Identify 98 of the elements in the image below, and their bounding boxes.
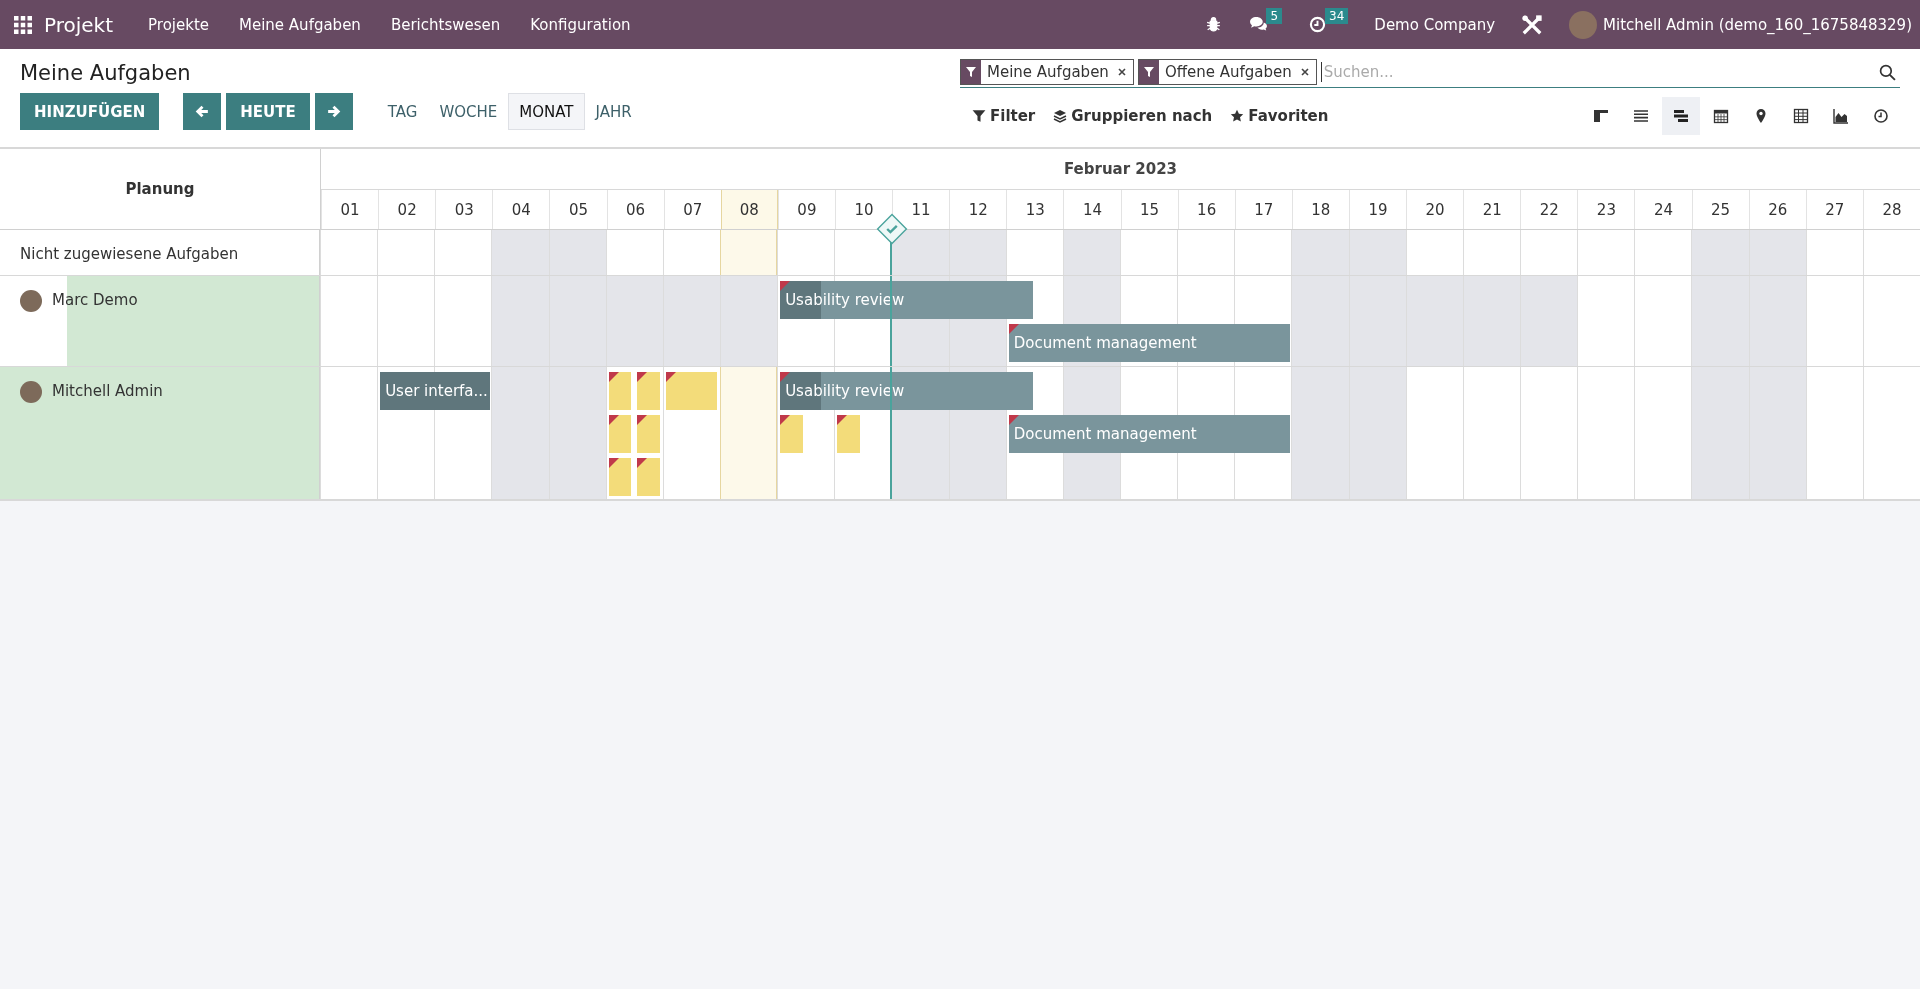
day-header: 21 <box>1463 190 1521 229</box>
day-header: 12 <box>949 190 1007 229</box>
day-header: 16 <box>1177 190 1235 229</box>
range-tab[interactable]: WOCHE <box>428 93 509 130</box>
milestone-icon[interactable] <box>876 213 909 245</box>
add-button[interactable]: HINZUFÜGEN <box>20 93 160 130</box>
day-header: 23 <box>1577 190 1635 229</box>
day-header: 27 <box>1805 190 1863 229</box>
activity-count: 34 <box>1325 8 1349 24</box>
task-bar[interactable] <box>780 415 803 453</box>
range-tab[interactable]: JAHR <box>584 93 643 130</box>
search-option-button[interactable]: Favoriten <box>1224 103 1335 129</box>
search-option-button[interactable]: Gruppieren nach <box>1047 103 1219 129</box>
facet-label: Meine Aufgaben <box>986 63 1110 81</box>
today-button[interactable]: HEUTE <box>226 93 310 130</box>
task-bar[interactable] <box>608 458 632 496</box>
range-tab[interactable]: MONAT <box>508 93 585 130</box>
day-header: 05 <box>549 190 607 229</box>
day-header: 24 <box>1634 190 1692 229</box>
task-bar[interactable] <box>608 372 632 410</box>
row-label: Nicht zugewiesene Aufgaben <box>20 244 239 263</box>
task-bar[interactable] <box>665 372 717 410</box>
day-header: 06 <box>606 190 664 229</box>
chat-icon[interactable] <box>1249 16 1269 33</box>
day-header: 15 <box>1120 190 1178 229</box>
search-option-button[interactable]: Filter <box>966 103 1042 129</box>
day-header: 02 <box>378 190 436 229</box>
task-bar[interactable] <box>608 415 632 453</box>
task-bar[interactable]: User interfa... <box>380 372 491 410</box>
day-header: 22 <box>1520 190 1578 229</box>
table-icon <box>1793 108 1809 124</box>
row-label: Marc Demo <box>52 290 138 309</box>
day-header: 19 <box>1348 190 1407 229</box>
app-grid-icon[interactable] <box>14 15 32 34</box>
month-header: Februar 2023 <box>321 149 1920 190</box>
tools-icon[interactable] <box>1521 13 1544 36</box>
arrow-left-icon <box>194 104 210 119</box>
message-count: 5 <box>1266 8 1283 24</box>
day-header: 11 <box>892 190 950 229</box>
day-header: 09 <box>777 190 835 229</box>
remove-icon[interactable] <box>1116 67 1127 77</box>
user-name[interactable]: Mitchell Admin (demo_160_1675848329) <box>1603 15 1912 34</box>
day-header: 14 <box>1063 190 1121 229</box>
kanban-icon <box>1593 108 1609 124</box>
facet-label: Offene Aufgaben <box>1163 63 1293 81</box>
menu-item[interactable]: Projekte <box>148 15 209 34</box>
day-header: 07 <box>663 190 721 229</box>
column-header: Planung <box>0 149 321 229</box>
arrow-right-icon <box>326 104 342 119</box>
gantt-icon <box>1673 108 1689 124</box>
task-bar[interactable]: Usability review <box>780 281 1034 319</box>
next-button[interactable] <box>314 93 353 130</box>
day-header: 18 <box>1291 190 1349 229</box>
filter-icon <box>1142 66 1155 78</box>
calendar-icon <box>1713 108 1729 124</box>
range-tab[interactable]: TAG <box>376 93 429 130</box>
menu-item[interactable]: Meine Aufgaben <box>239 15 361 34</box>
app-name[interactable]: Projekt <box>44 12 113 37</box>
page-title: Meine Aufgaben <box>20 61 192 85</box>
day-header: 03 <box>435 190 493 229</box>
area-chart-icon <box>1833 108 1849 124</box>
day-header: 25 <box>1691 190 1749 229</box>
filter-facet[interactable]: Offene Aufgaben <box>1137 59 1317 85</box>
day-header: 04 <box>492 190 550 229</box>
row-label: Mitchell Admin <box>52 381 163 400</box>
star-icon <box>1230 109 1245 123</box>
menu-item[interactable]: Berichtswesen <box>390 15 501 34</box>
search-icon[interactable] <box>1879 63 1896 81</box>
day-header: 01 <box>321 190 379 229</box>
remove-icon[interactable] <box>1299 67 1310 77</box>
clock-icon[interactable] <box>1308 16 1328 33</box>
day-header: 17 <box>1234 190 1292 229</box>
task-label: User interfa... <box>384 382 488 400</box>
task-label: Usability review <box>784 382 905 400</box>
filter-facet[interactable]: Meine Aufgaben <box>960 59 1134 85</box>
day-header: 26 <box>1748 190 1806 229</box>
layers-icon <box>1053 109 1068 123</box>
task-label: Document management <box>1012 334 1197 352</box>
filter-icon <box>965 66 977 78</box>
user-avatar <box>20 290 42 312</box>
day-header: 28 <box>1862 190 1920 229</box>
day-header: 13 <box>1006 190 1064 229</box>
day-header: 08 <box>720 190 778 229</box>
clock-icon <box>1873 108 1889 124</box>
day-header: 20 <box>1406 190 1464 229</box>
company-name[interactable]: Demo Company <box>1374 15 1496 34</box>
task-bar[interactable] <box>837 415 860 453</box>
task-label: Document management <box>1012 425 1197 443</box>
filter-icon <box>972 109 986 123</box>
task-bar[interactable]: Usability review <box>780 372 1034 410</box>
menu-item[interactable]: Konfiguration <box>530 15 631 34</box>
task-bar[interactable] <box>637 415 660 453</box>
task-bar[interactable] <box>637 458 660 496</box>
task-bar[interactable] <box>637 372 660 410</box>
previous-button[interactable] <box>183 93 222 130</box>
list-icon <box>1633 108 1649 124</box>
view-switch-button[interactable] <box>1662 97 1700 135</box>
task-label: Usability review <box>784 291 905 309</box>
